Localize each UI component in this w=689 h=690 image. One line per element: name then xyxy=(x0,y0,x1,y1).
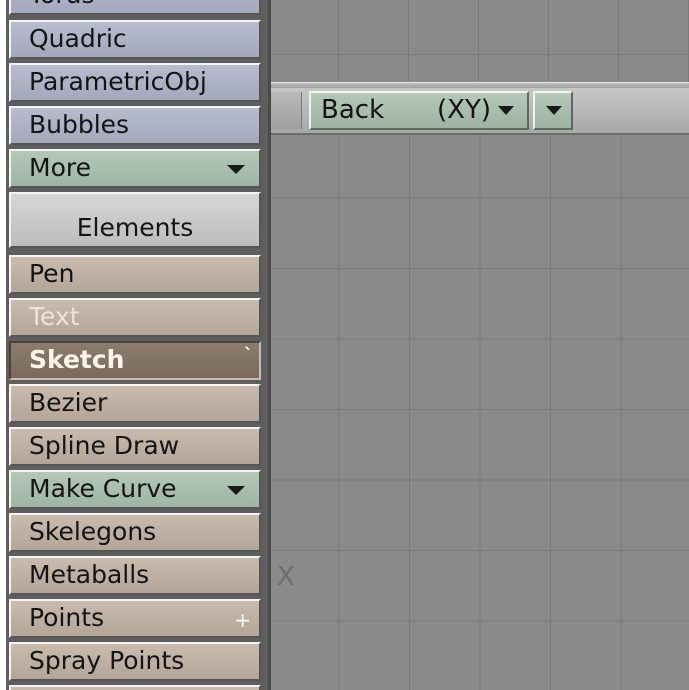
tool-button-sketch[interactable]: Sketch ` xyxy=(9,341,261,380)
tool-label: Bubbles xyxy=(29,110,130,139)
more-dropdown-button[interactable]: More xyxy=(9,149,261,188)
viewport-corner-handle[interactable] xyxy=(271,92,302,129)
chevron-down-icon xyxy=(227,165,245,174)
tool-label: Quadric xyxy=(29,24,127,53)
tool-button-next[interactable] xyxy=(9,685,261,690)
tool-label: Bezier xyxy=(29,388,108,417)
tool-button-spline-draw[interactable]: Spline Draw xyxy=(9,427,261,466)
chevron-down-icon xyxy=(498,106,514,115)
tool-label: ParametricObj xyxy=(29,67,207,96)
modeler-window: Torus Quadric ParametricObj Bubbles More… xyxy=(6,0,689,690)
chevron-down-icon xyxy=(546,106,562,115)
tool-button-skelegons[interactable]: Skelegons xyxy=(9,513,261,552)
tool-label: Spray Points xyxy=(29,646,185,675)
view-type-dropdown[interactable]: Back (XY) xyxy=(309,91,529,130)
tool-label: Pen xyxy=(29,259,75,288)
tool-label: Torus xyxy=(29,0,94,12)
chevron-down-icon xyxy=(227,486,245,495)
section-header-label: Elements xyxy=(76,213,194,242)
viewport-back-grid[interactable]: Back (XY) X xyxy=(271,88,689,690)
tool-label: Skelegons xyxy=(29,517,157,546)
tool-label: Make Curve xyxy=(29,474,177,503)
tool-label: Text xyxy=(29,302,80,331)
make-curve-dropdown-button[interactable]: Make Curve xyxy=(9,470,261,509)
viewport-options-dropdown[interactable] xyxy=(533,91,573,130)
tool-button-text[interactable]: Text xyxy=(9,298,261,337)
tool-button-spray-points[interactable]: Spray Points xyxy=(9,642,261,681)
view-name: Back xyxy=(321,95,385,125)
viewport-top-grid[interactable] xyxy=(271,0,689,82)
x-axis-marker: X xyxy=(277,562,295,592)
tool-button-metaballs[interactable]: Metaballs xyxy=(9,556,261,595)
tool-button-points[interactable]: Points + xyxy=(9,599,261,638)
tool-button-pen[interactable]: Pen xyxy=(9,255,261,294)
tool-button-torus[interactable]: Torus xyxy=(9,0,261,15)
tool-button-quadric[interactable]: Quadric xyxy=(9,20,261,59)
tool-panel: Torus Quadric ParametricObj Bubbles More… xyxy=(6,0,271,690)
shortcut-tick-icon: ` xyxy=(244,345,253,366)
tool-label: Sketch xyxy=(29,345,125,374)
plus-icon: + xyxy=(234,608,251,632)
tool-label: Metaballs xyxy=(29,560,150,589)
tool-button-bezier[interactable]: Bezier xyxy=(9,384,261,423)
tool-button-bubbles[interactable]: Bubbles xyxy=(9,106,261,145)
tool-label: More xyxy=(29,153,91,182)
section-header-elements[interactable]: Elements xyxy=(9,192,261,248)
viewport-header: Back (XY) xyxy=(271,88,689,135)
tool-label: Spline Draw xyxy=(29,431,180,460)
view-axis: (XY) xyxy=(437,95,491,125)
tool-button-parametricobj[interactable]: ParametricObj xyxy=(9,63,261,102)
tool-label: Points xyxy=(29,603,105,632)
